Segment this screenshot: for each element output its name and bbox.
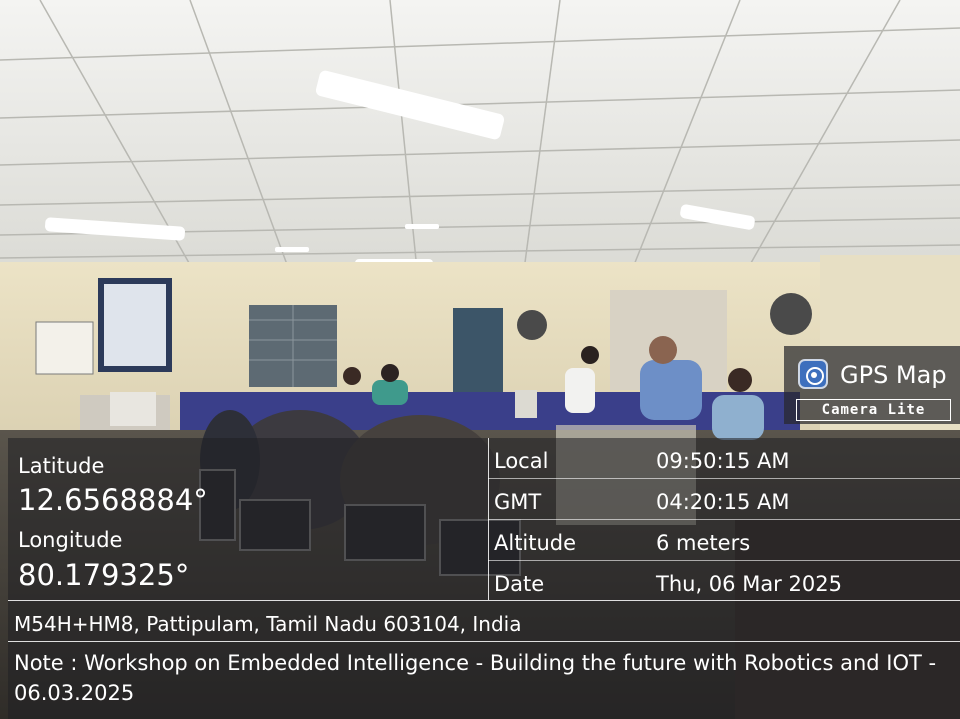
section-divider: [8, 641, 960, 642]
altitude-value: 6 meters: [656, 531, 751, 555]
latitude-label: Latitude: [18, 454, 105, 478]
gps-info-panel: Latitude 12.6568884° Longitude 80.179325…: [8, 438, 960, 719]
camera-lens-icon: [798, 359, 828, 389]
app-badge: GPS Map Camera Lite: [784, 346, 960, 424]
wall-fan: [517, 310, 547, 340]
row-divider: [488, 519, 960, 520]
date-value: Thu, 06 Mar 2025: [656, 572, 842, 596]
local-time-value: 09:50:15 AM: [656, 449, 790, 473]
address-text: M54H+HM8, Pattipulam, Tamil Nadu 603104,…: [14, 612, 522, 636]
section-divider: [8, 600, 960, 601]
notice-poster: [35, 321, 94, 375]
ceiling: [0, 0, 960, 300]
local-time-label: Local: [494, 449, 549, 473]
row-divider: [488, 560, 960, 561]
note-text: Note : Workshop on Embedded Intelligence…: [14, 651, 937, 705]
gmt-time-label: GMT: [494, 490, 542, 514]
longitude-label: Longitude: [18, 528, 123, 552]
row-divider: [488, 478, 960, 479]
date-label: Date: [494, 572, 545, 596]
gmt-time-value: 04:20:15 AM: [656, 490, 790, 514]
altitude-label: Altitude: [494, 531, 577, 555]
latitude-value: 12.6568884°: [18, 483, 208, 517]
longitude-value: 80.179325°: [18, 558, 190, 592]
app-edition: Camera Lite: [796, 399, 951, 421]
app-name: GPS Map: [840, 361, 947, 389]
